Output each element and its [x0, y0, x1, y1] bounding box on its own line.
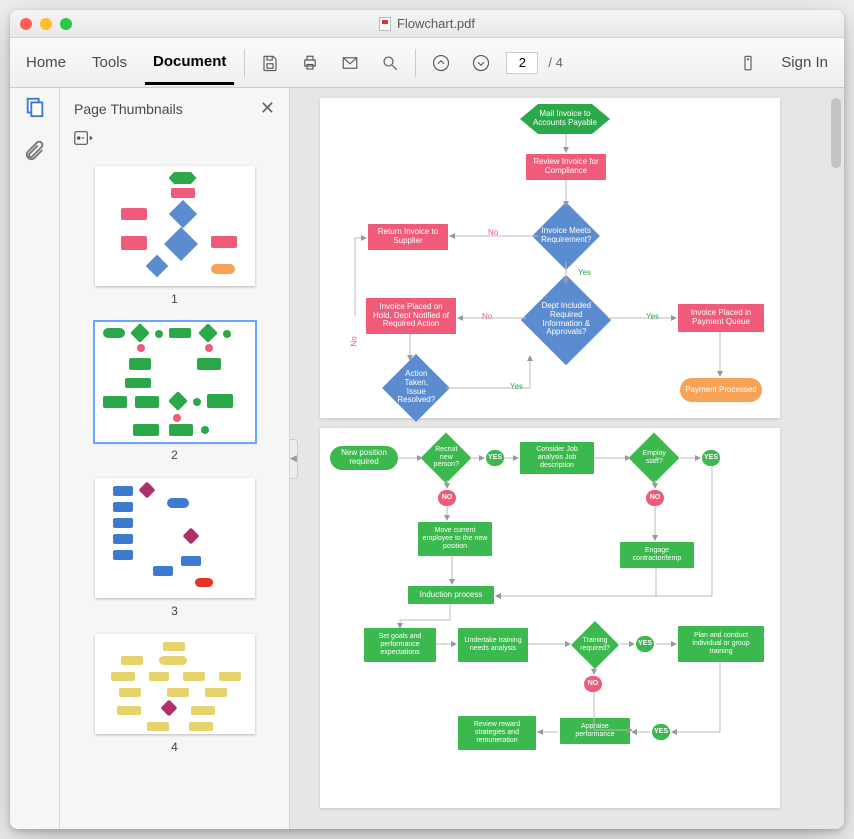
print-icon[interactable]	[295, 48, 325, 78]
thumbnail-panel: Page Thumbnails ✕	[60, 88, 290, 829]
page-up-icon[interactable]	[426, 48, 456, 78]
sign-in-button[interactable]: Sign In	[773, 54, 836, 71]
node-new-position: New position required	[330, 446, 398, 470]
window-title: Flowchart.pdf	[10, 16, 844, 31]
node-recruit: Recruit new person?	[421, 433, 472, 484]
edge-label-yes: Yes	[578, 268, 591, 277]
thumbnail-panel-tools	[60, 129, 289, 162]
thumbnail-3-label: 3	[171, 604, 178, 618]
thumbnail-item[interactable]: 4	[60, 634, 289, 754]
thumbnail-4-label: 4	[171, 740, 178, 754]
tab-home[interactable]: Home	[18, 54, 74, 71]
node-move-emp: Move current employee to the new positio…	[418, 522, 492, 556]
thumbnail-list[interactable]: 1	[60, 162, 289, 829]
thumbnails-rail-icon[interactable]	[24, 96, 46, 123]
node-placed-hold: Invoice Placed on Hold, Dept Notified of…	[366, 298, 456, 334]
pill-no: NO	[646, 490, 664, 506]
node-review-invoice: Review Invoice for Compliance	[526, 154, 606, 180]
node-meets-req: Invoice Meets Requirement?	[532, 202, 600, 270]
page-down-icon[interactable]	[466, 48, 496, 78]
pill-yes: YES	[486, 450, 504, 466]
close-icon[interactable]: ✕	[260, 98, 275, 119]
separator	[244, 49, 245, 77]
pill-no: NO	[584, 676, 602, 692]
node-induction: Induction process	[408, 586, 494, 604]
edge-label-yes: Yes	[646, 312, 659, 321]
node-appraise: Appraise performance	[560, 718, 630, 744]
doc-page-lower: New position required Recruit new person…	[320, 428, 780, 808]
thumbnail-item[interactable]: 3	[60, 478, 289, 618]
node-employ: Employ staff?	[629, 433, 680, 484]
node-dept-info: Dept Included Required Information & App…	[521, 275, 612, 366]
node-payment: Payment Processed	[680, 378, 762, 402]
pill-yes: YES	[636, 636, 654, 652]
edge-label-yes: Yes	[510, 382, 523, 391]
thumbnail-panel-title: Page Thumbnails	[74, 101, 183, 117]
titlebar: Flowchart.pdf	[10, 10, 844, 38]
node-return-supplier: Return Invoice to Supplier	[368, 224, 448, 250]
page-number-input[interactable]	[506, 52, 538, 74]
window-title-text: Flowchart.pdf	[397, 16, 475, 31]
node-set-goals: Set goals and performance expectations	[364, 628, 436, 662]
body: Page Thumbnails ✕	[10, 88, 844, 829]
left-rail	[10, 88, 60, 829]
node-training: Training required?	[571, 621, 619, 669]
thumbnail-3	[95, 478, 255, 598]
node-undertake: Undertake training needs analysis	[458, 628, 528, 662]
node-consider: Consider Job analysis Job description	[520, 442, 594, 474]
thumbnail-1-label: 1	[171, 292, 178, 306]
edge-label-no: No	[488, 228, 498, 237]
doc-scroll-area[interactable]: ◀ Mail Invoice to Accounts Payable Revie…	[290, 88, 844, 829]
pill-no: NO	[438, 490, 456, 506]
node-placed-queue: Invoice Placed in Payment Queue	[678, 304, 764, 332]
save-icon[interactable]	[255, 48, 285, 78]
node-plan-conduct: Plan and conduct individual or group tra…	[678, 626, 764, 662]
node-mail-invoice: Mail Invoice to Accounts Payable	[520, 104, 610, 134]
node-review-reward: Review reward strategies and remuneratio…	[458, 716, 536, 750]
pill-yes: YES	[652, 724, 670, 740]
tab-document[interactable]: Document	[145, 53, 234, 85]
thumbnail-panel-header: Page Thumbnails ✕	[60, 88, 289, 129]
thumbnail-item[interactable]: 1	[60, 166, 289, 306]
thumbnail-2	[95, 322, 255, 442]
email-icon[interactable]	[335, 48, 365, 78]
attachments-rail-icon[interactable]	[24, 139, 46, 166]
app-window: Flowchart.pdf Home Tools Document / 4 Si…	[10, 10, 844, 829]
separator	[415, 49, 416, 77]
thumbnail-2-label: 2	[171, 448, 178, 462]
tab-tools[interactable]: Tools	[84, 54, 135, 71]
edge-label-no: No	[482, 312, 492, 321]
thumbnail-options-icon[interactable]	[74, 129, 96, 152]
mobile-icon[interactable]	[733, 48, 763, 78]
panel-collapse-handle[interactable]: ◀	[290, 439, 298, 479]
doc-scrollbar-thumb[interactable]	[831, 98, 841, 168]
edge-label-no: No	[350, 336, 359, 346]
toolbar: Home Tools Document / 4 Sign In	[10, 38, 844, 88]
page-total-label: / 4	[548, 55, 562, 70]
thumbnail-item[interactable]: 2	[60, 322, 289, 462]
node-engage: Engage contractor/temp	[620, 542, 694, 568]
doc-page-upper: Mail Invoice to Accounts Payable Review …	[320, 98, 780, 418]
pdf-icon	[379, 17, 391, 31]
thumbnail-1	[95, 166, 255, 286]
node-action-taken: Action Taken, Issue Resolved?	[382, 354, 450, 422]
pill-yes: YES	[702, 450, 720, 466]
search-icon[interactable]	[375, 48, 405, 78]
thumbnail-4	[95, 634, 255, 734]
